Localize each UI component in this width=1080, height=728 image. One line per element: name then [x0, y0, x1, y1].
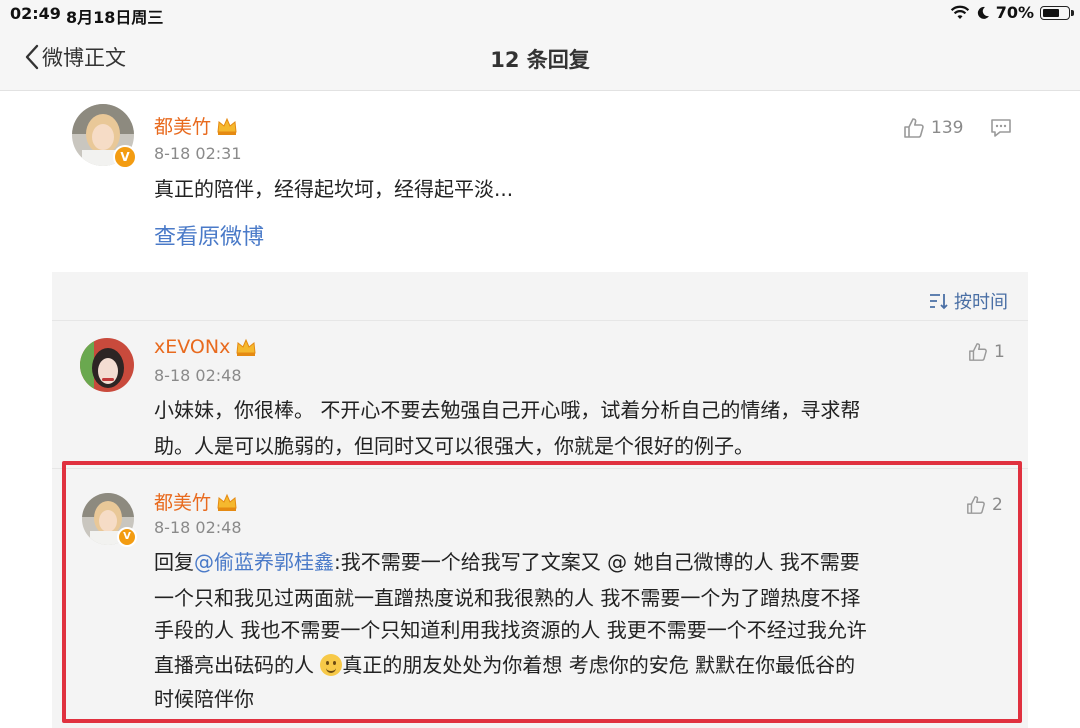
wifi-icon — [950, 5, 969, 19]
thumbs-up-icon — [904, 118, 924, 138]
like-button[interactable]: 1 — [968, 342, 1005, 362]
status-time: 02:49 — [10, 4, 61, 23]
sort-label: 按时间 — [954, 292, 1008, 313]
page-title: 12 条回复 — [490, 48, 590, 72]
highlight-box — [62, 461, 1022, 723]
nav-bar: 微博正文 12 条回复 — [0, 28, 1080, 91]
battery-fill — [1043, 8, 1059, 17]
reply-text-line: 小妹妹，你很棒。 不开心不要去勉强自己开心哦，试着分析自己的情绪，寻求帮 — [154, 398, 861, 422]
reply-author[interactable]: xEVONx — [154, 336, 257, 358]
vip-crown-icon — [236, 338, 256, 356]
comment-text: 真正的陪伴，经得起坎坷，经得起平淡... — [154, 177, 514, 201]
vip-crown-icon — [217, 117, 237, 135]
avatar[interactable] — [80, 338, 134, 392]
comment-timestamp: 8-18 02:31 — [154, 144, 242, 163]
status-date: 8月18日周三 — [66, 8, 164, 27]
comment-author-name: 都美竹 — [154, 116, 212, 138]
sort-by-time-button[interactable]: 按时间 — [928, 288, 1008, 314]
like-button[interactable]: 139 — [903, 117, 963, 139]
view-original-link[interactable]: 查看原微博 — [154, 220, 264, 256]
battery-percent: 70% — [995, 3, 1034, 22]
verified-badge-icon: V — [113, 145, 137, 169]
sort-icon — [930, 294, 948, 310]
like-count: 1 — [994, 342, 1005, 362]
comment-author[interactable]: 都美竹 — [154, 112, 238, 139]
reply-timestamp: 8-18 02:48 — [154, 366, 242, 385]
status-bar: 02:49 8月18日周三 70% — [0, 0, 1080, 28]
thumbs-up-icon — [969, 343, 987, 361]
comment-icon[interactable] — [990, 118, 1012, 138]
battery-icon — [1040, 5, 1074, 20]
divider — [52, 320, 1028, 321]
moon-icon — [977, 6, 989, 19]
like-count: 139 — [931, 118, 964, 138]
reply-author-name: xEVONx — [154, 336, 231, 358]
reply-text-line: 助。人是可以脆弱的，但同时又可以很强大，你就是个很好的例子。 — [154, 434, 754, 458]
status-right: 70% — [950, 3, 1074, 22]
